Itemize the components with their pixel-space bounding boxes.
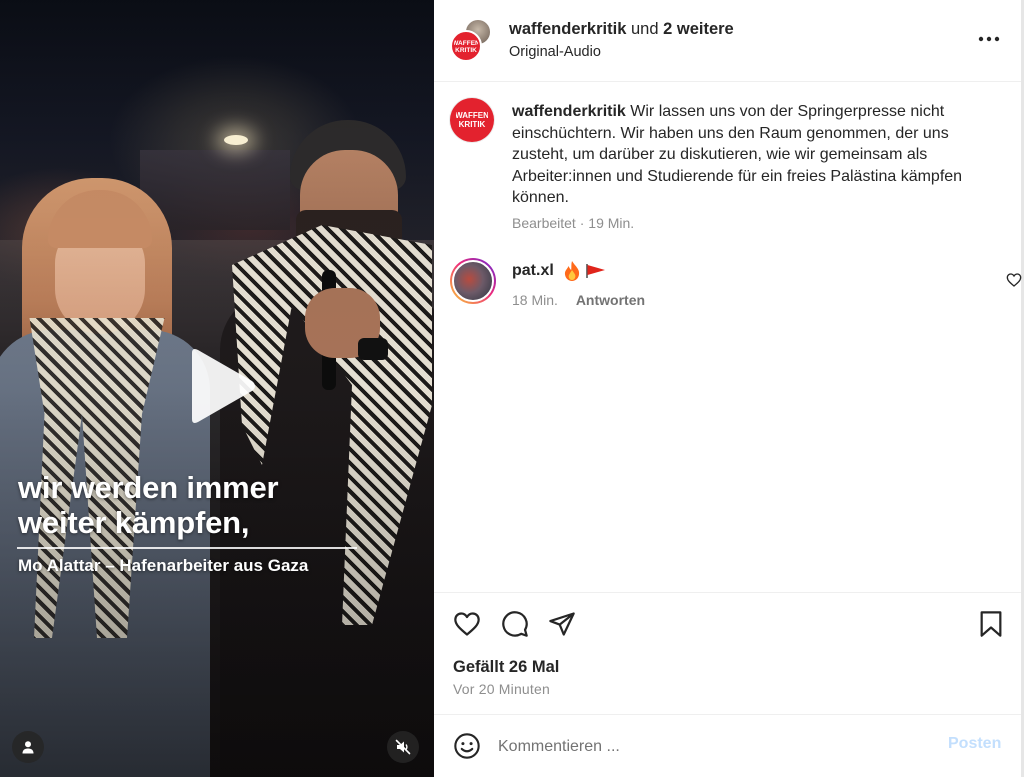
comment-input[interactable]	[498, 733, 938, 761]
author-username-link[interactable]: waffenderkritik	[509, 20, 626, 38]
video-subtitle-divider	[17, 547, 357, 549]
commenter-username-link[interactable]: pat.xl	[512, 262, 554, 280]
commenter-avatar-image	[452, 260, 494, 302]
video-player[interactable]: wir werden immer weiter kämpfen, Mo Alat…	[0, 0, 434, 777]
heart-outline-icon	[1006, 273, 1022, 287]
svg-text:WAFFEN: WAFFEN	[456, 111, 488, 120]
authors-conjunction: und	[630, 20, 659, 38]
post-header: WAFFEN KRITIK waffenderkritik und 2 weit…	[434, 0, 1021, 82]
comment-icon	[502, 611, 528, 637]
more-authors-link[interactable]: 2 weitere	[663, 20, 734, 38]
save-button[interactable]	[975, 608, 1007, 640]
svg-text:KRITIK: KRITIK	[459, 120, 486, 129]
waffenderkritik-logo-avatar: WAFFEN KRITIK	[450, 30, 482, 62]
actions-divider	[434, 592, 1021, 593]
caption-timestamp: 19 Min.	[588, 215, 635, 231]
mute-toggle-button[interactable]	[387, 731, 419, 763]
red-flag-emoji	[586, 264, 605, 278]
svg-text:KRITIK: KRITIK	[455, 47, 477, 54]
more-options-button[interactable]	[974, 24, 1004, 54]
video-speaker-credit: Mo Alattar – Hafenarbeiter aus Gaza	[18, 556, 309, 575]
post-authors: waffenderkritik und 2 weitere	[509, 20, 734, 39]
svg-text:WAFFEN: WAFFEN	[454, 40, 478, 47]
video-subtitle: wir werden immer weiter kämpfen,	[18, 470, 279, 540]
waffenderkritik-logo-icon: WAFFEN KRITIK	[456, 111, 488, 129]
waffenderkritik-logo-icon: WAFFEN KRITIK	[454, 40, 478, 54]
commenter-avatar[interactable]	[450, 258, 496, 304]
play-icon	[192, 349, 255, 423]
caption-text: waffenderkritik Wir lassen uns von der S…	[512, 101, 998, 209]
share-button[interactable]	[546, 608, 578, 640]
collab-avatars[interactable]: WAFFEN KRITIK	[450, 18, 492, 62]
heart-icon	[454, 612, 480, 636]
comment-button[interactable]	[499, 608, 531, 640]
caption-edited-label: Bearbeitet	[512, 215, 576, 231]
post-details-panel: WAFFEN KRITIK waffenderkritik und 2 weit…	[434, 0, 1024, 777]
caption-username-link[interactable]: waffenderkritik	[512, 103, 626, 120]
tagged-users-button[interactable]	[12, 731, 44, 763]
emoji-icon	[454, 733, 480, 759]
speaker-muted-icon	[395, 739, 411, 755]
comment-meta: 18 Min. Antworten	[512, 292, 645, 308]
caption-meta-separator: ·	[579, 215, 585, 231]
comment-timestamp: 18 Min.	[512, 292, 558, 308]
post-comment-button[interactable]: Posten	[948, 735, 1001, 753]
share-icon	[549, 612, 575, 636]
emoji-picker-button[interactable]	[452, 731, 482, 761]
caption-author-avatar[interactable]: WAFFEN KRITIK	[450, 98, 494, 142]
user-tag-icon	[22, 741, 34, 754]
play-button[interactable]	[182, 347, 258, 425]
composer-divider	[434, 714, 1021, 715]
more-options-icon	[978, 36, 1000, 42]
bookmark-icon	[980, 611, 1002, 637]
video-subtitle-line: wir werden immer	[18, 470, 279, 505]
fire-emoji	[564, 261, 580, 281]
video-subtitle-line: weiter kämpfen,	[18, 505, 250, 540]
reply-button[interactable]: Antworten	[576, 292, 645, 308]
like-button[interactable]	[451, 608, 483, 640]
post-timestamp[interactable]: Vor 20 Minuten	[453, 681, 550, 697]
comment-body	[563, 260, 607, 282]
audio-link[interactable]: Original-Audio	[509, 44, 601, 60]
caption-meta: Bearbeitet · 19 Min.	[512, 215, 634, 231]
likes-count[interactable]: Gefällt 26 Mal	[453, 658, 559, 677]
comment-like-button[interactable]	[1006, 272, 1022, 288]
